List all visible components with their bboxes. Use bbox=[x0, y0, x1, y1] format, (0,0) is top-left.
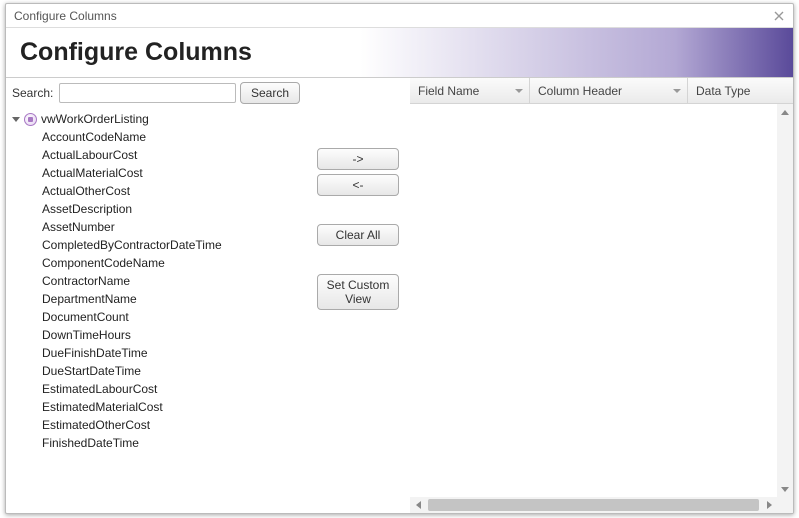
tree-item[interactable]: DueFinishDateTime bbox=[42, 344, 306, 362]
tree-item[interactable]: AccountCodeName bbox=[42, 128, 306, 146]
search-input[interactable] bbox=[59, 83, 236, 103]
content: Search: Search vwWorkOrderListing Accoun… bbox=[6, 78, 793, 513]
tree-item[interactable]: ActualOtherCost bbox=[42, 182, 306, 200]
scrollbar-corner bbox=[777, 497, 793, 513]
remove-button[interactable]: <- bbox=[317, 174, 399, 196]
tree-item[interactable]: EstimatedLabourCost bbox=[42, 380, 306, 398]
tree-item[interactable]: ActualMaterialCost bbox=[42, 164, 306, 182]
tree-root[interactable]: vwWorkOrderListing bbox=[12, 110, 306, 128]
tree-item[interactable]: EstimatedOtherCost bbox=[42, 416, 306, 434]
tree-children: AccountCodeName ActualLabourCost ActualM… bbox=[42, 128, 306, 452]
tree-item[interactable]: DepartmentName bbox=[42, 290, 306, 308]
tree-item[interactable]: ComponentCodeName bbox=[42, 254, 306, 272]
scrollbar-thumb[interactable] bbox=[428, 499, 759, 511]
scrollbar-track[interactable] bbox=[426, 497, 761, 513]
tree-root-label: vwWorkOrderListing bbox=[41, 112, 149, 126]
middle-panel: -> <- Clear All Set Custom View bbox=[306, 78, 410, 513]
tree-item[interactable]: DueStartDateTime bbox=[42, 362, 306, 380]
chevron-down-icon[interactable] bbox=[515, 89, 523, 93]
tree-scroll[interactable]: vwWorkOrderListing AccountCodeName Actua… bbox=[6, 108, 306, 513]
scroll-down-icon[interactable] bbox=[777, 481, 793, 497]
grid-header: Field Name Column Header Data Type bbox=[410, 78, 793, 104]
tree-item[interactable]: AssetNumber bbox=[42, 218, 306, 236]
add-button[interactable]: -> bbox=[317, 148, 399, 170]
tree-item[interactable]: AssetDescription bbox=[42, 200, 306, 218]
search-label: Search: bbox=[12, 86, 53, 100]
column-header-data-type[interactable]: Data Type bbox=[688, 78, 793, 103]
column-header-label: Data Type bbox=[696, 84, 750, 98]
scroll-up-icon[interactable] bbox=[777, 104, 793, 120]
column-header-label: Field Name bbox=[418, 84, 479, 98]
column-header-label: Column Header bbox=[538, 84, 622, 98]
header-banner: Configure Columns bbox=[6, 28, 793, 78]
set-custom-view-button[interactable]: Set Custom View bbox=[317, 274, 399, 310]
search-row: Search: Search bbox=[6, 78, 306, 108]
tree-item[interactable]: FinishedDateTime bbox=[42, 434, 306, 452]
chevron-down-icon[interactable] bbox=[12, 117, 20, 122]
tree-item[interactable]: ContractorName bbox=[42, 272, 306, 290]
tree-item[interactable]: DownTimeHours bbox=[42, 326, 306, 344]
close-icon[interactable] bbox=[771, 8, 787, 24]
scroll-right-icon[interactable] bbox=[761, 497, 777, 513]
dialog-window: Configure Columns Configure Columns Sear… bbox=[5, 3, 794, 514]
horizontal-scrollbar[interactable] bbox=[410, 497, 777, 513]
search-button[interactable]: Search bbox=[240, 82, 300, 104]
titlebar: Configure Columns bbox=[6, 4, 793, 28]
column-header-field-name[interactable]: Field Name bbox=[410, 78, 530, 103]
tree-item[interactable]: ActualLabourCost bbox=[42, 146, 306, 164]
vertical-scrollbar[interactable] bbox=[777, 104, 793, 497]
clear-all-button[interactable]: Clear All bbox=[317, 224, 399, 246]
tree-item[interactable]: EstimatedMaterialCost bbox=[42, 398, 306, 416]
left-panel: Search: Search vwWorkOrderListing Accoun… bbox=[6, 78, 306, 513]
column-header-column-header[interactable]: Column Header bbox=[530, 78, 688, 103]
grid-body[interactable] bbox=[410, 104, 793, 513]
chevron-down-icon[interactable] bbox=[673, 89, 681, 93]
right-panel: Field Name Column Header Data Type bbox=[410, 78, 793, 513]
window-title: Configure Columns bbox=[14, 9, 117, 23]
tree-item[interactable]: CompletedByContractorDateTime bbox=[42, 236, 306, 254]
tree-container: vwWorkOrderListing AccountCodeName Actua… bbox=[6, 108, 306, 513]
table-icon bbox=[24, 113, 37, 126]
page-title: Configure Columns bbox=[20, 38, 252, 67]
tree-item[interactable]: DocumentCount bbox=[42, 308, 306, 326]
scroll-left-icon[interactable] bbox=[410, 497, 426, 513]
